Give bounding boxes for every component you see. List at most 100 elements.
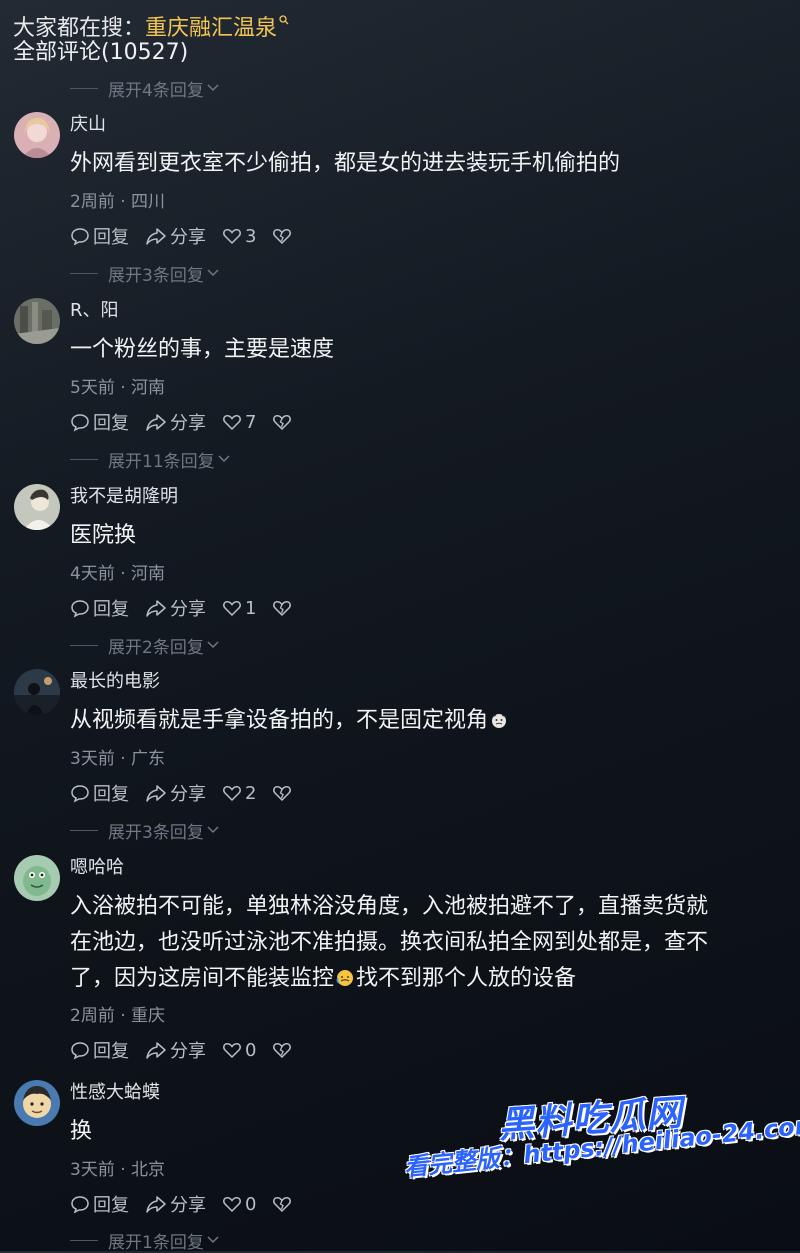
divider-line	[70, 1239, 98, 1241]
chevron-down-icon	[206, 1235, 220, 1245]
share-button[interactable]: 分享	[145, 595, 206, 621]
share-button[interactable]: 分享	[145, 409, 206, 435]
heart-icon	[223, 600, 241, 617]
like-button[interactable]: 7	[222, 412, 256, 433]
reply-bubble-icon	[71, 228, 89, 246]
comment-text: 一个粉丝的事，主要是速度	[70, 337, 335, 362]
chevron-down-icon	[206, 268, 220, 278]
dislike-button[interactable]	[272, 1041, 295, 1059]
comment-actions: 回复 分享 1	[70, 594, 311, 622]
share-label: 分享	[170, 1195, 206, 1216]
dislike-button[interactable]	[272, 413, 295, 431]
comment-actions: 回复 分享 0	[70, 1190, 311, 1218]
comment-username[interactable]: 嗯哈哈	[70, 855, 124, 881]
like-count: 3	[245, 225, 257, 247]
expand-replies-label: 展开1条回复	[108, 1232, 204, 1253]
comment-username[interactable]: 最长的电影	[70, 669, 160, 695]
chevron-down-icon	[206, 640, 220, 650]
comment-username[interactable]: 性感大蛤蟆	[70, 1080, 160, 1106]
share-button[interactable]: 分享	[145, 1037, 206, 1063]
broken-heart-icon	[273, 600, 292, 617]
reply-button[interactable]: 回复	[70, 1191, 129, 1217]
broken-heart-icon	[273, 1196, 292, 1213]
chevron-down-icon	[206, 825, 220, 835]
share-button[interactable]: 分享	[145, 1191, 206, 1217]
dislike-button[interactable]	[272, 599, 295, 617]
heart-icon	[223, 1196, 241, 1213]
reply-button[interactable]: 回复	[70, 409, 129, 435]
avatar[interactable]	[14, 855, 60, 901]
comment-actions: 回复 分享 3	[70, 222, 311, 250]
comment-text: 入浴被拍不可能，单独林浴没角度，入池被拍避不了，直播卖货就 在池边，也没听过泳池…	[70, 889, 790, 997]
share-arrow-icon	[146, 1196, 166, 1213]
reply-label: 回复	[93, 1195, 129, 1216]
dislike-button[interactable]	[272, 784, 295, 802]
heart-icon	[223, 228, 241, 245]
comment-meta: 3天前 · 广东	[70, 749, 166, 769]
avatar[interactable]	[14, 669, 60, 715]
like-button[interactable]: 3	[222, 226, 256, 247]
avatar[interactable]	[14, 1080, 60, 1126]
reply-bubble-icon	[71, 600, 89, 618]
expand-replies-button[interactable]: 展开4条回复	[70, 76, 220, 101]
share-arrow-icon	[146, 600, 166, 617]
avatar[interactable]	[14, 298, 60, 344]
expand-replies-label: 展开11条回复	[108, 451, 215, 472]
expand-replies-label: 展开4条回复	[108, 80, 204, 101]
share-label: 分享	[170, 1041, 206, 1062]
reply-bubble-icon	[71, 785, 89, 803]
avatar[interactable]	[14, 112, 60, 158]
sweat-face-emoji-icon	[490, 705, 508, 728]
comment-actions: 回复 分享 0	[70, 1036, 311, 1064]
heart-icon	[223, 785, 241, 802]
expand-replies-button[interactable]: 展开1条回复	[70, 1228, 220, 1253]
divider-line	[70, 458, 98, 460]
comment-meta: 5天前 · 河南	[70, 378, 166, 398]
like-count: 0	[245, 1193, 257, 1215]
like-count: 1	[245, 597, 257, 619]
broken-heart-icon	[273, 228, 292, 245]
face-emoji-icon	[336, 963, 354, 986]
dislike-button[interactable]	[272, 227, 295, 245]
share-button[interactable]: 分享	[145, 780, 206, 806]
reply-button[interactable]: 回复	[70, 780, 129, 806]
reply-button[interactable]: 回复	[70, 595, 129, 621]
expand-replies-button[interactable]: 展开3条回复	[70, 261, 220, 286]
like-button[interactable]: 1	[222, 598, 256, 619]
comment-username[interactable]: 庆山	[70, 112, 106, 138]
share-arrow-icon	[146, 228, 166, 245]
comment-text-segment: 了，因为这房间不能装监控	[70, 966, 335, 991]
search-icon[interactable]	[279, 4, 289, 25]
like-button[interactable]: 2	[222, 783, 256, 804]
broken-heart-icon	[273, 414, 292, 431]
comment-meta: 4天前 · 河南	[70, 564, 166, 584]
avatar[interactable]	[14, 484, 60, 530]
reply-button[interactable]: 回复	[70, 223, 129, 249]
comment-actions: 回复 分享 7	[70, 408, 311, 436]
like-button[interactable]: 0	[222, 1040, 256, 1061]
like-count: 0	[245, 1039, 257, 1061]
expand-replies-button[interactable]: 展开2条回复	[70, 633, 220, 658]
share-arrow-icon	[146, 1042, 166, 1059]
watermark-overlay: 黑料吃瓜网 看完整版：https://heiliao-24.com	[400, 1090, 800, 1240]
comment-text-line: 了，因为这房间不能装监控 找不到那个人放的设备	[70, 961, 790, 997]
expand-replies-label: 展开2条回复	[108, 637, 204, 658]
comment-meta: 2周前 · 重庆	[70, 1006, 166, 1026]
expand-replies-button[interactable]: 展开3条回复	[70, 818, 220, 843]
comment-meta: 2周前 · 四川	[70, 192, 166, 212]
comment-username[interactable]: 我不是胡隆明	[70, 484, 178, 510]
divider-line	[70, 829, 98, 831]
share-label: 分享	[170, 784, 206, 805]
comment-actions: 回复 分享 2	[70, 779, 311, 807]
comment-username[interactable]: R、阳	[70, 298, 119, 324]
comment-text: 外网看到更衣室不少偷拍，都是女的进去装玩手机偷拍的	[70, 151, 621, 176]
dislike-button[interactable]	[272, 1195, 295, 1213]
heart-icon	[223, 414, 241, 431]
reply-button[interactable]: 回复	[70, 1037, 129, 1063]
expand-replies-button[interactable]: 展开11条回复	[70, 447, 231, 472]
share-button[interactable]: 分享	[145, 223, 206, 249]
share-arrow-icon	[146, 414, 166, 431]
share-label: 分享	[170, 413, 206, 434]
comment-text-line: 在池边，也没听过泳池不准拍摄。换衣间私拍全网到处都是，查不	[70, 930, 709, 955]
like-button[interactable]: 0	[222, 1194, 256, 1215]
